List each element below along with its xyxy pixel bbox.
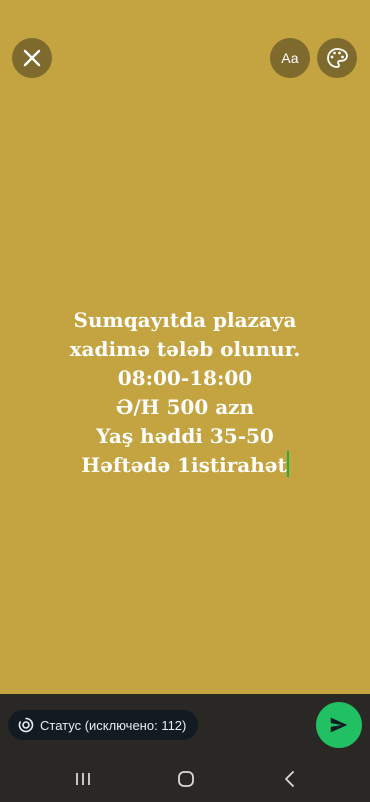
system-navigation-bar — [0, 756, 370, 802]
recents-button[interactable] — [63, 764, 103, 794]
home-button[interactable] — [166, 764, 206, 794]
font-style-label: Aa — [281, 50, 299, 66]
send-button[interactable] — [316, 702, 362, 748]
status-canvas[interactable]: Aa Sumqayıtda plazaya xadimə tələb olunu… — [0, 0, 370, 694]
text-line: Həftədə 1istirahət — [81, 453, 287, 477]
send-icon — [330, 717, 348, 733]
close-button[interactable] — [12, 38, 52, 78]
home-icon — [178, 771, 194, 787]
privacy-ring-icon — [18, 717, 34, 733]
text-line: xadimə tələb olunur. — [69, 337, 301, 361]
palette-icon — [327, 48, 348, 68]
status-privacy-label: Статус (исключено: 112) — [40, 717, 187, 733]
back-button[interactable] — [270, 764, 310, 794]
close-icon — [23, 49, 41, 67]
back-icon — [285, 771, 294, 787]
text-line: Sumqayıtda plazaya — [73, 308, 297, 332]
text-line: Ə/H 500 azn — [115, 395, 255, 419]
status-text-editor[interactable]: Sumqayıtda plazaya xadimə tələb olunur. … — [20, 306, 350, 480]
color-palette-button[interactable] — [317, 38, 357, 78]
recents-icon — [76, 773, 90, 785]
text-caret — [286, 451, 289, 477]
compose-footer: Статус (исключено: 112) — [0, 694, 370, 756]
text-line: Yaş həddi 35-50 — [96, 424, 274, 448]
font-style-button[interactable]: Aa — [270, 38, 310, 78]
status-privacy-button[interactable]: Статус (исключено: 112) — [8, 710, 199, 740]
text-line: 08:00-18:00 — [117, 366, 253, 390]
